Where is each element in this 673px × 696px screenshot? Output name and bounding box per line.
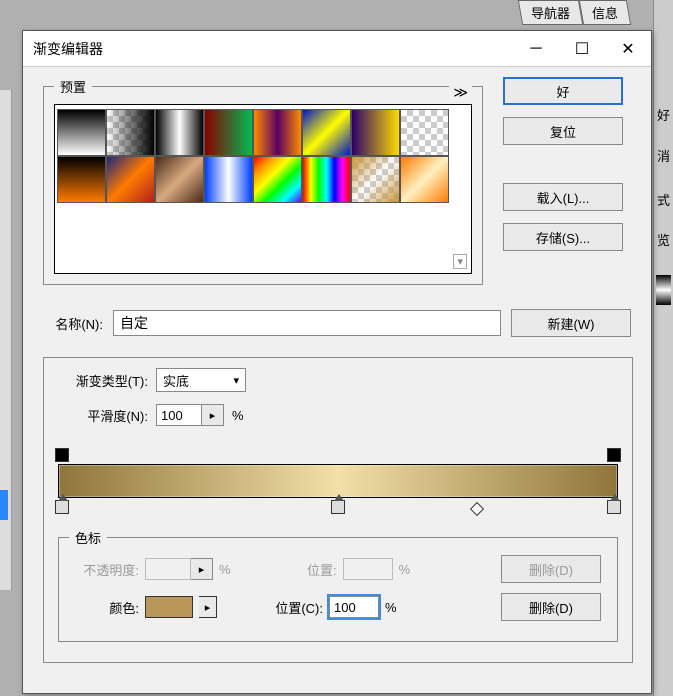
percent-sign: % xyxy=(399,562,411,577)
position-label: 位置: xyxy=(267,560,337,579)
reset-button[interactable]: 复位 xyxy=(503,117,623,145)
bg-right-text: 览 xyxy=(656,230,671,249)
delete-opacity-button: 删除(D) xyxy=(501,555,601,583)
presets-group: 预置 ≫ xyxy=(43,77,483,285)
preset-swatch[interactable] xyxy=(106,109,155,156)
bg-right-text: 好 xyxy=(656,105,671,124)
stops-group: 色标 不透明度: ▸ % 位置: % 删除(D) 颜色: ▸ xyxy=(58,528,618,642)
smoothness-stepper[interactable]: ▸ xyxy=(202,404,224,426)
color-stop-middle[interactable] xyxy=(331,500,345,514)
percent-sign: % xyxy=(385,600,397,615)
percent-sign: % xyxy=(232,408,244,423)
bg-left-highlight xyxy=(0,490,8,520)
preset-swatch[interactable] xyxy=(204,156,253,203)
maximize-button[interactable]: ☐ xyxy=(559,34,605,64)
gradient-editor-dialog: 渐变编辑器 ─ ☐ ✕ 预置 ≫ xyxy=(22,30,652,694)
preset-swatch[interactable] xyxy=(351,156,400,203)
preset-swatch[interactable] xyxy=(253,109,302,156)
color-stop-right[interactable] xyxy=(607,500,621,514)
save-button[interactable]: 存储(S)... xyxy=(503,223,623,251)
preset-swatch[interactable] xyxy=(155,156,204,203)
close-button[interactable]: ✕ xyxy=(605,34,651,64)
position-c-input[interactable] xyxy=(329,596,379,618)
bg-right-text: 消 xyxy=(656,146,671,165)
color-stop-left[interactable] xyxy=(55,500,69,514)
opacity-label: 不透明度: xyxy=(69,560,139,579)
bg-tab-navigator[interactable]: 导航器 xyxy=(518,0,583,25)
preset-swatch[interactable] xyxy=(57,109,106,156)
preset-swatch[interactable] xyxy=(155,109,204,156)
name-label: 名称(N): xyxy=(43,314,103,333)
preset-swatch[interactable] xyxy=(400,156,449,203)
smoothness-input[interactable] xyxy=(156,404,202,426)
preset-swatch[interactable] xyxy=(302,156,351,203)
preset-swatch[interactable] xyxy=(57,156,106,203)
presets-legend: 预置 xyxy=(54,77,92,96)
titlebar: 渐变编辑器 ─ ☐ ✕ xyxy=(23,31,651,67)
color-label: 颜色: xyxy=(69,598,139,617)
preset-swatch[interactable] xyxy=(400,109,449,156)
opacity-stepper: ▸ xyxy=(191,558,213,580)
minimize-button[interactable]: ─ xyxy=(513,34,559,64)
new-button[interactable]: 新建(W) xyxy=(511,309,631,337)
percent-sign: % xyxy=(219,562,231,577)
midpoint-diamond[interactable] xyxy=(470,502,484,516)
preset-swatch[interactable] xyxy=(204,109,253,156)
gradient-bar-area xyxy=(58,446,618,516)
bg-right-gradient xyxy=(656,275,671,305)
preset-swatch[interactable] xyxy=(351,109,400,156)
color-well[interactable] xyxy=(145,596,193,618)
chevron-down-icon: ▾ xyxy=(233,374,239,387)
dialog-title: 渐变编辑器 xyxy=(33,39,513,59)
smoothness-label: 平滑度(N): xyxy=(58,406,148,425)
bg-right-panel: 好 消 式 览 xyxy=(653,0,673,696)
gradient-type-value: 实底 xyxy=(163,371,189,390)
bg-right-text: 式 xyxy=(656,190,671,209)
position-input xyxy=(343,558,393,580)
delete-color-button[interactable]: 删除(D) xyxy=(501,593,601,621)
preset-swatch[interactable] xyxy=(106,156,155,203)
opacity-stop-left[interactable] xyxy=(55,448,69,462)
name-input[interactable] xyxy=(113,310,501,336)
gradient-bar[interactable] xyxy=(58,464,618,498)
load-button[interactable]: 载入(L)... xyxy=(503,183,623,211)
presets-box: ▾ xyxy=(54,104,472,274)
opacity-stop-right[interactable] xyxy=(607,448,621,462)
stops-legend: 色标 xyxy=(69,528,107,547)
gradient-type-label: 渐变类型(T): xyxy=(58,371,148,390)
color-dropdown-icon[interactable]: ▸ xyxy=(199,596,217,618)
opacity-input xyxy=(145,558,191,580)
gradient-settings-group: 渐变类型(T): 实底 ▾ 平滑度(N): ▸ % xyxy=(43,357,633,663)
scroll-down-icon[interactable]: ▾ xyxy=(453,254,467,269)
ok-button[interactable]: 好 xyxy=(503,77,623,105)
preset-swatch[interactable] xyxy=(302,109,351,156)
preset-swatch[interactable] xyxy=(253,156,302,203)
gradient-type-select[interactable]: 实底 ▾ xyxy=(156,368,246,392)
position-c-label: 位置(C): xyxy=(253,598,323,617)
bg-tab-info[interactable]: 信息 xyxy=(579,0,631,25)
presets-more-icon[interactable]: ≫ xyxy=(449,84,472,101)
